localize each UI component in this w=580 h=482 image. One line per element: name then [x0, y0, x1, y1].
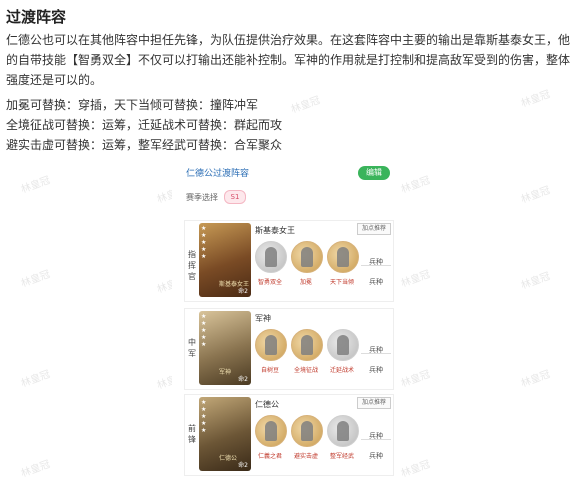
suggest-button[interactable]: 加点推荐 [357, 223, 391, 235]
watermark: 林皇冠 [19, 269, 52, 290]
card-header: 仁德公过渡阵容 编辑 [172, 160, 400, 184]
skill-icon[interactable] [291, 329, 323, 361]
section-heading: 过渡阵容 [6, 8, 67, 26]
skill-icon[interactable] [291, 415, 323, 447]
intro-paragraph: 仁德公也可以在其他阵容中担任先锋，为队伍提供治疗效果。在这套阵容中主要的输出是靠… [6, 33, 571, 87]
role-label: 中军 [188, 338, 196, 358]
general-portrait[interactable]: ★ ★ ★ ★ ★ 斯基泰女王 命2 [199, 223, 251, 297]
skill-label: 全境征战 [293, 367, 318, 374]
troop-value: 兵种 [369, 278, 383, 286]
watermark: 林皇冠 [399, 369, 432, 390]
skill-label: 智勇双全 [257, 279, 282, 286]
troop-value: 兵种 [369, 452, 383, 460]
role-label: 指挥官 [188, 250, 196, 281]
watermark: 林皇冠 [519, 369, 552, 390]
replacement-line-3: 避实击虚可替换：运筹，整军经武可替换：合军聚众 [6, 138, 283, 152]
skill-icon[interactable] [327, 329, 359, 361]
watermark: 林皇冠 [19, 369, 52, 390]
star-rating: ★ ★ ★ ★ ★ [201, 225, 207, 260]
skill-label: 天下当倾 [329, 279, 354, 286]
role-label: 前锋 [188, 424, 196, 444]
watermark: 林皇冠 [399, 269, 432, 290]
watermark: 林皇冠 [289, 95, 322, 116]
level-badge: 命2 [238, 288, 248, 295]
watermark: 林皇冠 [399, 459, 432, 480]
skill-label: 避实击虚 [293, 453, 318, 460]
skill-icon[interactable] [255, 415, 287, 447]
star-rating: ★ ★ ★ ★ ★ [201, 399, 207, 434]
watermark: 林皇冠 [519, 185, 552, 206]
watermark: 林皇冠 [399, 175, 432, 196]
general-portrait[interactable]: ★ ★ ★ ★ ★ 仁德公 命2 [199, 397, 251, 471]
general-row: 指挥官 ★ ★ ★ ★ ★ 斯基泰女王 命2 斯基泰女王 加点推荐 智勇双全 加冕 天下… [184, 220, 394, 302]
watermark: 林皇冠 [519, 271, 552, 292]
edit-button[interactable]: 编辑 [358, 166, 390, 180]
skill-label: 加冕 [299, 279, 312, 286]
skill-icon[interactable] [255, 329, 287, 361]
watermark: 林皇冠 [19, 175, 52, 196]
general-name: 斯基泰女王 [255, 226, 295, 235]
lineup-card: 仁德公过渡阵容 编辑 赛季选择 S1 指挥官 ★ ★ ★ ★ ★ 斯基泰女王 命2 斯基… [172, 160, 400, 478]
season-label: 赛季选择 [186, 193, 218, 202]
star-rating: ★ ★ ★ ★ ★ [201, 313, 207, 348]
level-badge: 命2 [238, 376, 248, 383]
general-row: 前锋 ★ ★ ★ ★ ★ 仁德公 命2 仁德公 加点推荐 仁義之君 避实击虚 整军经武 … [184, 394, 394, 476]
general-portrait[interactable]: ★ ★ ★ ★ ★ 军神 命2 [199, 311, 251, 385]
lineup-title: 仁德公过渡阵容 [186, 169, 250, 179]
skill-icon[interactable] [327, 415, 359, 447]
replacement-line-2: 全境征战可替换：运筹，迁延战术可替换：群起而攻 [6, 118, 283, 132]
portrait-tag: 军神 [219, 369, 232, 376]
skill-icon[interactable] [327, 241, 359, 273]
skill-label: 迁延战术 [329, 367, 354, 374]
skill-label: 仁義之君 [257, 453, 282, 460]
general-row: 中军 ★ ★ ★ ★ ★ 军神 命2 军神 自树豆 全境征战 迁延战术 兵种 兵种 [184, 308, 394, 390]
skill-icon[interactable] [291, 241, 323, 273]
replacement-line-1: 加冕可替换：穿插，天下当倾可替换：撞阵冲军 [6, 98, 259, 112]
watermark: 林皇冠 [19, 459, 52, 480]
troop-value: 兵种 [369, 366, 383, 374]
level-badge: 命2 [238, 462, 248, 469]
general-name: 仁德公 [255, 400, 279, 409]
skill-label: 整军经武 [329, 453, 354, 460]
portrait-tag: 仁德公 [219, 455, 238, 462]
skill-label: 自树豆 [260, 367, 279, 374]
skill-icon[interactable] [255, 241, 287, 273]
suggest-button[interactable]: 加点推荐 [357, 397, 391, 409]
general-name: 军神 [255, 314, 271, 323]
season-selector[interactable]: S1 [224, 190, 246, 204]
